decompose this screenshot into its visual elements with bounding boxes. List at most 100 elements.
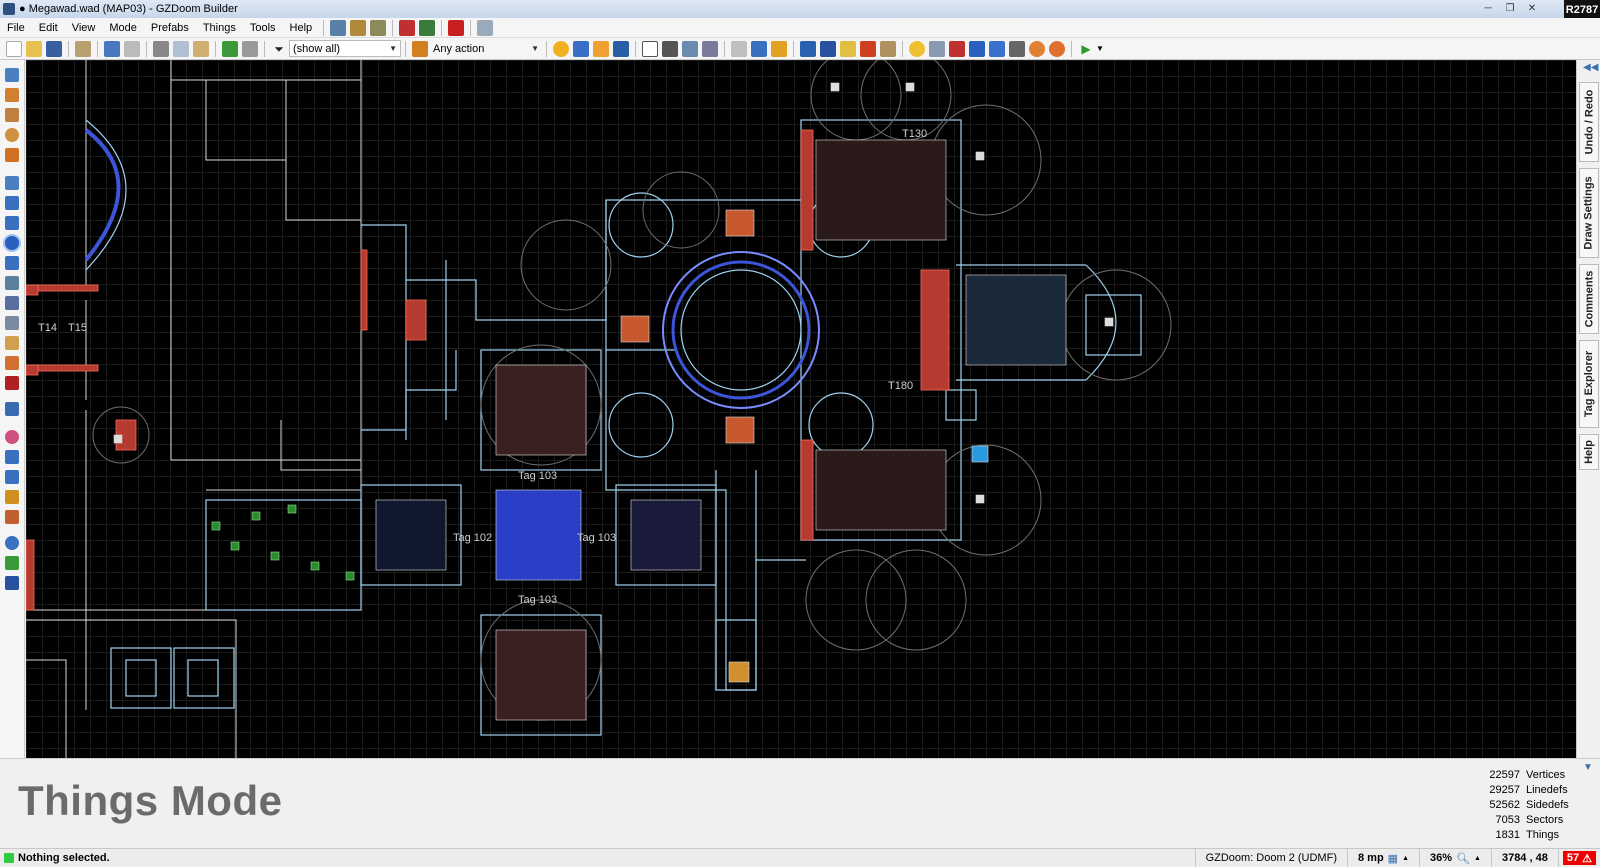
things-filter-icon[interactable]	[222, 40, 238, 57]
status-message: Nothing selected.	[18, 851, 110, 864]
menu-help[interactable]: Help	[283, 18, 320, 38]
menu-view[interactable]: View	[65, 18, 103, 38]
menu-tools[interactable]: Tools	[243, 18, 283, 38]
window-title: ● Megawad.wad (MAP03) - GZDoom Builder	[19, 3, 238, 15]
sectors-mode-icon[interactable]	[5, 216, 19, 230]
draw-lines-icon[interactable]	[5, 68, 19, 82]
grid-setup-icon[interactable]	[800, 40, 816, 57]
cut-icon[interactable]	[153, 40, 169, 57]
tag-icon[interactable]	[477, 19, 494, 36]
errors-indicator[interactable]: 57 ⚠	[1557, 849, 1600, 867]
collapse-info-icon[interactable]: ▼	[1583, 762, 1593, 773]
save-map-icon[interactable]	[46, 40, 62, 57]
things-filter-value: (show all)	[293, 42, 341, 55]
zoom-fit-icon[interactable]	[613, 40, 629, 57]
brightness-icon[interactable]	[553, 40, 569, 57]
edit-selection-icon[interactable]	[5, 276, 19, 290]
gradient-icon[interactable]	[5, 490, 19, 504]
menu-mode[interactable]: Mode	[102, 18, 144, 38]
sound-propagation-icon[interactable]	[5, 356, 19, 370]
select-box-icon[interactable]	[642, 40, 658, 57]
action-filter-select[interactable]: Any action ▼	[430, 40, 542, 57]
auto-merge-icon[interactable]	[840, 40, 856, 57]
stat-vertices: 22597 Vertices	[1489, 768, 1566, 781]
view-mode-icon[interactable]	[929, 40, 945, 57]
map-canvas[interactable]: T14 T15 T130 T180 Tag 103 Tag 102 Tag 10…	[26, 60, 1576, 758]
grid-icon[interactable]	[573, 40, 589, 57]
things-filter-select[interactable]: (show all) ▼	[289, 40, 401, 57]
sector-icon[interactable]	[662, 40, 678, 57]
new-map-icon[interactable]	[6, 40, 22, 57]
map-analysis-icon[interactable]	[5, 576, 19, 590]
collapse-docker-icon[interactable]: ◀◀	[1583, 62, 1598, 73]
model-icon[interactable]	[1049, 40, 1065, 57]
make-sectors-icon[interactable]	[5, 256, 19, 270]
map-label: T130	[902, 128, 928, 140]
search-icon[interactable]	[5, 536, 19, 550]
grid-snap-icon[interactable]	[820, 40, 836, 57]
snap-icon[interactable]	[5, 470, 19, 484]
floor-icon[interactable]	[969, 40, 985, 57]
ceiling-icon[interactable]	[989, 40, 1005, 57]
visual-mode-icon[interactable]	[419, 19, 436, 36]
draw-rectangle-icon[interactable]	[5, 108, 19, 122]
flag-icon[interactable]	[448, 19, 465, 36]
thing-view-icon[interactable]	[242, 40, 258, 57]
scripting-icon[interactable]	[5, 376, 19, 390]
texture-icon[interactable]	[593, 40, 609, 57]
chevron-down-icon[interactable]: ▼	[1096, 44, 1104, 53]
menu-edit[interactable]: Edit	[32, 18, 65, 38]
linedefs-mode-icon[interactable]	[5, 196, 19, 210]
redo-icon[interactable]	[124, 40, 140, 57]
copy-icon[interactable]	[173, 40, 189, 57]
tab-help[interactable]: Help	[1579, 434, 1599, 470]
things-mode-icon[interactable]	[5, 236, 19, 250]
fit-textures-icon[interactable]	[5, 510, 19, 524]
tab-tag-explorer[interactable]: Tag Explorer	[1579, 340, 1599, 428]
tab-draw-settings[interactable]: Draw Settings	[1579, 168, 1599, 258]
clipboard-icon[interactable]	[75, 40, 91, 57]
paste-icon[interactable]	[193, 40, 209, 57]
visual-sectors-icon[interactable]	[5, 296, 19, 310]
sound-env-icon[interactable]	[5, 336, 19, 350]
close-button[interactable]: ✕	[1522, 1, 1542, 15]
draw-ellipse-icon[interactable]	[5, 128, 19, 142]
tab-comments[interactable]: Comments	[1579, 264, 1599, 334]
paste-special-icon[interactable]	[771, 40, 787, 57]
copy-props-icon[interactable]	[731, 40, 747, 57]
lightbulb-icon[interactable]	[909, 40, 925, 57]
terrain-icon[interactable]	[5, 450, 19, 464]
draw-grid-icon[interactable]	[5, 148, 19, 162]
maximize-button[interactable]: ❐	[1500, 1, 1520, 15]
engine-selector[interactable]: GZDoom: Doom 2 (UDMF)	[1194, 849, 1347, 867]
highlight-icon[interactable]	[860, 40, 876, 57]
menu-prefabs[interactable]: Prefabs	[144, 18, 196, 38]
tab-undo-redo[interactable]: Undo / Redo	[1579, 82, 1599, 162]
linedef-icon[interactable]	[682, 40, 698, 57]
play-icon[interactable]: ▶	[1078, 41, 1094, 57]
merge-icon[interactable]	[702, 40, 718, 57]
fullbright-icon[interactable]	[880, 40, 896, 57]
check-map-icon[interactable]	[5, 556, 19, 570]
test-map-icon[interactable]	[399, 19, 416, 36]
zoom-selector[interactable]: 36% 🔍︎ ▲	[1419, 849, 1491, 867]
zoom-icon: 🔍︎	[1456, 852, 1471, 865]
menu-things[interactable]: Things	[196, 18, 243, 38]
undo-icon[interactable]	[104, 40, 120, 57]
resources-icon[interactable]	[370, 19, 387, 36]
color-picker-icon[interactable]	[5, 430, 19, 444]
open-map-icon[interactable]	[26, 40, 42, 57]
script-editor-icon[interactable]	[330, 19, 347, 36]
menu-file[interactable]: File	[0, 18, 32, 38]
minimize-button[interactable]: ─	[1478, 1, 1498, 15]
gz-tools-icon[interactable]	[5, 402, 19, 416]
sector-brightness-icon[interactable]	[949, 40, 965, 57]
paste-props-icon[interactable]	[751, 40, 767, 57]
height-icon[interactable]	[1009, 40, 1025, 57]
map-options-icon[interactable]	[350, 19, 367, 36]
grid-size-selector[interactable]: 8 mp ▦ ▲	[1346, 849, 1419, 867]
bridge-icon[interactable]	[5, 316, 19, 330]
draw-curve-icon[interactable]	[5, 88, 19, 102]
dynamic-light-icon[interactable]	[1029, 40, 1045, 57]
vertices-mode-icon[interactable]	[5, 176, 19, 190]
